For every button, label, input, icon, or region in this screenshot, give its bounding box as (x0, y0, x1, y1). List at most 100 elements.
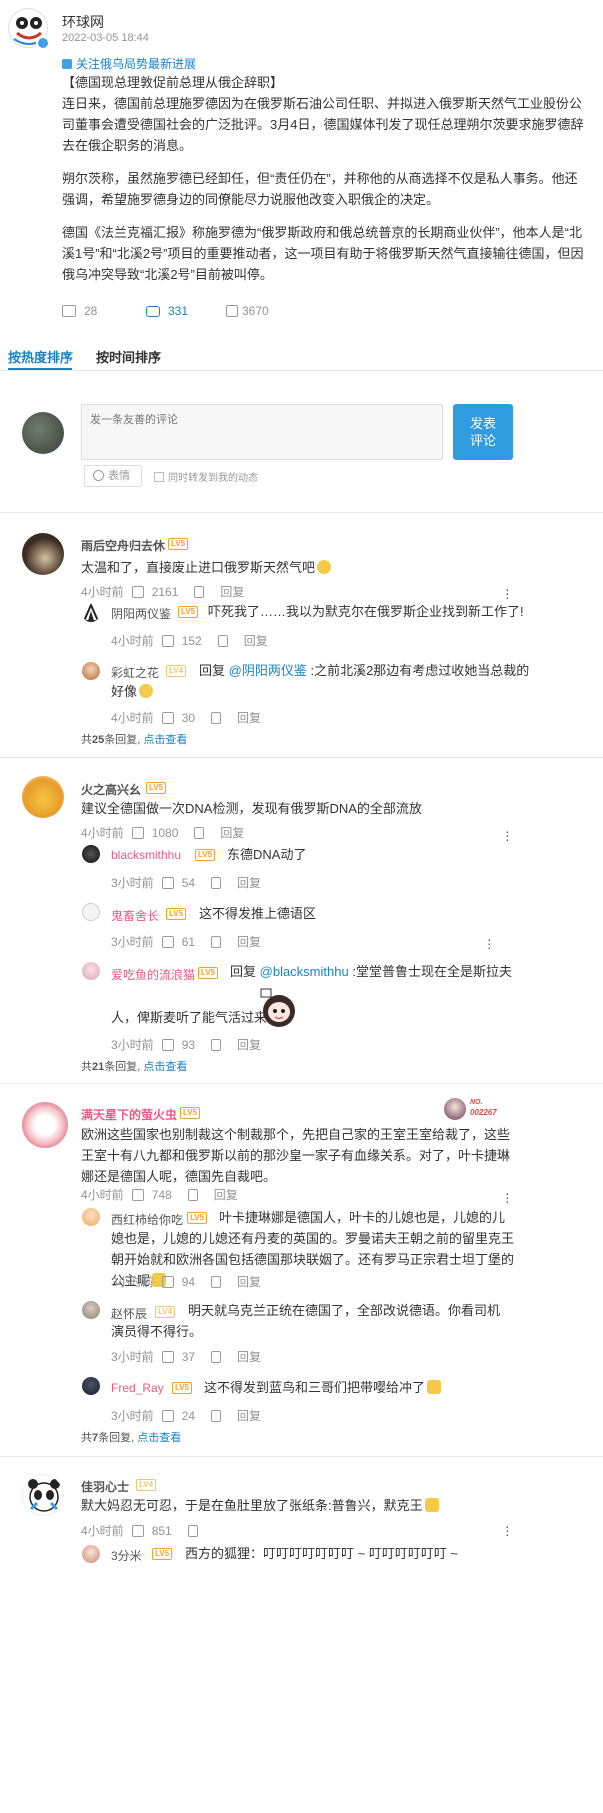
thumb-down-icon[interactable] (187, 1525, 198, 1537)
comment-text: 太温和了，直接废止进口俄罗斯天然气吧 (81, 557, 561, 578)
comment-avatar[interactable] (22, 533, 64, 575)
comment-text: 欧洲这些国家也别制裁这个制裁那个，先把自己家的王室王室给裁了，这些王室十有八九都… (81, 1127, 511, 1184)
more-options-icon[interactable]: · · · (487, 932, 492, 954)
thumb-down-icon[interactable] (211, 1276, 222, 1288)
reply-link[interactable]: 回复 (237, 1038, 261, 1052)
comment-username[interactable]: 满天星下的萤火虫 (81, 1106, 177, 1123)
view-replies-link[interactable]: 点击查看 (143, 1061, 187, 1073)
comment-action[interactable]: 331 (146, 304, 188, 318)
reply-avatar[interactable] (82, 962, 100, 980)
tab-hot[interactable]: 按热度排序 (8, 347, 73, 366)
thumb-down-icon[interactable] (217, 635, 228, 647)
thumb-down-icon[interactable] (211, 1351, 222, 1363)
emoji-button[interactable]: 表情 (84, 465, 142, 487)
comment-username[interactable]: 雨后空舟归去休 (81, 537, 165, 554)
reply-like[interactable]: 93 (161, 1038, 203, 1052)
level-badge: LV5 (178, 606, 199, 618)
thumb-up-icon (161, 1039, 174, 1051)
post-paragraph-1: 连日来，德国前总理施罗德因为在俄罗斯石油公司任职、并拟进入俄罗斯天然气工业股份公… (62, 96, 584, 153)
forward-checkbox[interactable]: 同时转发到我的动态 (154, 469, 258, 484)
reply-link[interactable]: 回复 (244, 634, 268, 648)
reply-text: 东德DNA动了 (227, 847, 307, 862)
reply-like[interactable]: 24 (161, 1409, 203, 1423)
reply-username[interactable]: Fred_Ray (111, 1381, 164, 1395)
reply-like[interactable]: 37 (161, 1350, 203, 1364)
thumb-down-icon[interactable] (211, 877, 222, 889)
thumb-up-icon (161, 1410, 174, 1422)
reply-username[interactable]: 阴阳两仪鉴 (111, 605, 171, 622)
reply-link[interactable]: 回复 (237, 1409, 261, 1423)
topic-label: 关注俄乌局势最新进展 (76, 57, 197, 71)
reply-meta: 4小时前 30 回复 (111, 711, 262, 725)
thumb-up-icon (226, 305, 238, 317)
comment-avatar[interactable] (22, 1474, 64, 1516)
reply-link[interactable]: 回复 (237, 711, 261, 725)
reply-link[interactable]: 回复 (237, 876, 261, 890)
thumb-down-icon[interactable] (211, 712, 222, 724)
comment-like[interactable]: 2161 (131, 585, 187, 599)
reply-like[interactable]: 54 (161, 876, 203, 890)
comment-like[interactable]: 1080 (131, 826, 187, 840)
reply-avatar[interactable] (82, 604, 100, 622)
reply-like[interactable]: 94 (161, 1275, 203, 1289)
like-action[interactable]: 3670 (226, 304, 269, 318)
comment-input[interactable] (81, 404, 443, 460)
reply-like[interactable]: 61 (161, 935, 203, 949)
level-badge: LV5 (180, 1107, 201, 1119)
thumb-down-icon[interactable] (211, 1039, 222, 1051)
repost-action[interactable]: 28 (62, 304, 97, 318)
more-options-icon[interactable]: · · · (505, 1186, 510, 1208)
thumb-down-icon[interactable] (194, 827, 205, 839)
reply-username[interactable]: 彩虹之花 (111, 664, 159, 681)
post-time: 2022-03-05 18:44 (62, 32, 149, 44)
reply-avatar[interactable] (82, 1301, 100, 1319)
reply-like[interactable]: 30 (161, 711, 203, 725)
reply-meta: 3小时前 24 回复 (111, 1409, 262, 1423)
more-options-icon[interactable]: · · · (505, 824, 510, 846)
thumb-down-icon[interactable] (187, 1189, 198, 1201)
post-paragraph-3: 德国《法兰克福汇报》称施罗德为“俄罗斯政府和俄总统普京的长期商业伙伴”，他本人是… (62, 225, 584, 282)
comment-avatar[interactable] (22, 776, 64, 818)
view-replies-link[interactable]: 点击查看 (137, 1432, 181, 1444)
comment-username[interactable]: 火之高兴幺 (81, 781, 141, 798)
view-replies-link[interactable]: 点击查看 (143, 734, 187, 746)
mention-link[interactable]: @blacksmithhu (260, 964, 349, 979)
wave-emoji-icon (139, 684, 154, 698)
thumb-down-icon[interactable] (211, 1410, 222, 1422)
reply-username[interactable]: 3分米 (111, 1547, 142, 1564)
comment-username[interactable]: 佳羽心士 (81, 1478, 129, 1495)
level-badge: LV5 (198, 967, 219, 979)
comment-like[interactable]: 851 (131, 1524, 180, 1538)
more-options-icon[interactable]: · · · (505, 1519, 510, 1541)
cat-emoji-icon (424, 1498, 439, 1512)
mention-link[interactable]: @阴阳两仪鉴 (229, 663, 307, 678)
thumb-down-icon[interactable] (194, 586, 205, 598)
reply-avatar[interactable] (82, 662, 100, 680)
comment-avatar[interactable] (22, 1102, 68, 1148)
reply-avatar[interactable] (82, 1545, 100, 1563)
reply-avatar[interactable] (82, 845, 100, 863)
comment-like[interactable]: 748 (131, 1188, 180, 1202)
submit-line-2: 评论 (469, 433, 496, 448)
topic-tag[interactable]: 关注俄乌局势最新进展 (62, 55, 196, 72)
reply-link[interactable]: 回复 (237, 1275, 261, 1289)
submit-comment-button[interactable]: 发表 评论 (453, 404, 513, 460)
reply-username[interactable]: 爱吃鱼的流浪猫 (111, 966, 195, 983)
thumb-down-icon[interactable] (211, 936, 222, 948)
reply-link[interactable]: 回复 (214, 1188, 238, 1202)
more-options-icon[interactable]: · · · (505, 582, 510, 604)
thumb-up-icon (131, 1525, 144, 1537)
verified-badge-icon (36, 36, 50, 50)
author-name[interactable]: 环球网 (62, 12, 104, 32)
tab-time[interactable]: 按时间排序 (96, 347, 161, 366)
reply-link[interactable]: 回复 (220, 826, 244, 840)
reply-avatar[interactable] (82, 1208, 100, 1226)
reply-avatar[interactable] (82, 903, 100, 921)
reply-like[interactable]: 152 (161, 634, 210, 648)
reply-link[interactable]: 回复 (237, 1350, 261, 1364)
reply-link[interactable]: 回复 (220, 585, 244, 599)
reply-link[interactable]: 回复 (237, 935, 261, 949)
reply-avatar[interactable] (82, 1377, 100, 1395)
reply-username[interactable]: 鬼畜舍长 (111, 907, 159, 924)
reply-username[interactable]: blacksmithhu (111, 848, 181, 862)
